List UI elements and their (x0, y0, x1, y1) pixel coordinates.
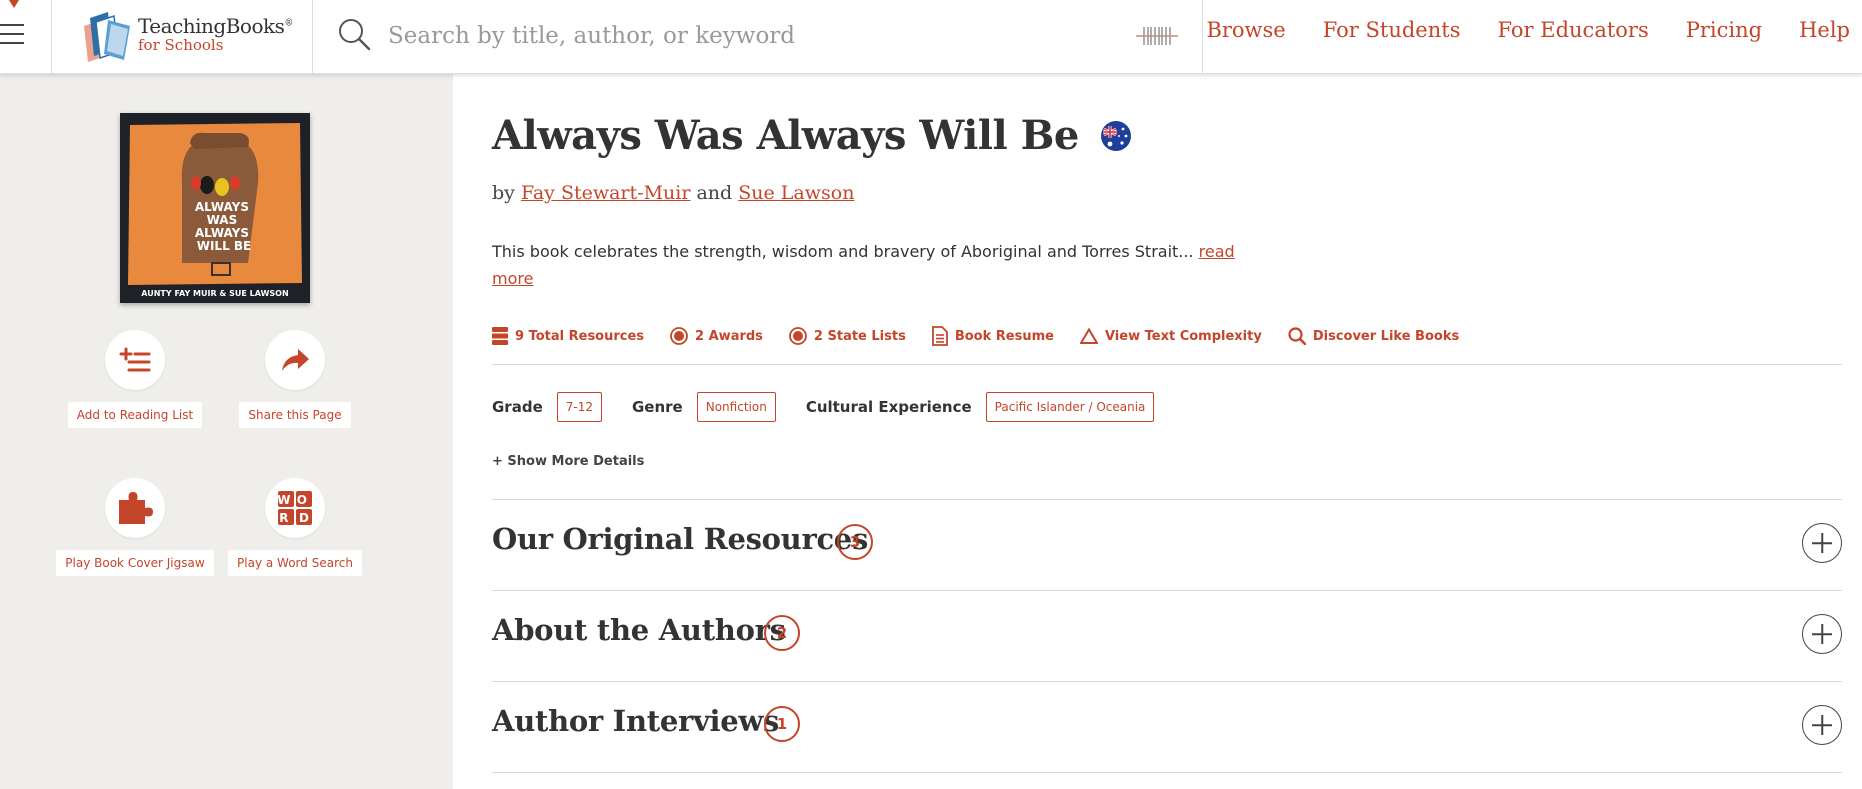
cover-title-line: ALWAYS (195, 226, 249, 240)
link-label: 2 Awards (695, 328, 763, 344)
show-more-details-toggle[interactable]: + Show More Details (492, 454, 644, 469)
cover-title-line: ALWAYS (195, 200, 249, 214)
nav-pricing[interactable]: Pricing (1686, 18, 1762, 42)
book-description: This book celebrates the strength, wisdo… (492, 238, 1242, 292)
nav-help[interactable]: Help (1799, 18, 1850, 42)
nav-for-educators[interactable]: For Educators (1497, 18, 1648, 42)
book-title-text: Always Was Always Will Be (492, 112, 1079, 159)
quick-links: 9 Total Resources 2 Awards 2 State Lists… (492, 326, 1459, 346)
cover-title-line: WILL BE (197, 239, 252, 253)
action-label: Play a Word Search (228, 550, 362, 576)
icon-letter: W (277, 493, 290, 507)
section-about-the-authors[interactable]: About the Authors 2 (492, 590, 1842, 681)
medal-icon (670, 327, 688, 345)
section-our-original-resources[interactable]: Our Original Resources 3 (492, 499, 1842, 590)
add-to-reading-list-button[interactable]: Add to Reading List (55, 330, 215, 428)
top-header: TeachingBooks® for Schools Browse For St… (0, 0, 1862, 74)
grade-label: Grade (492, 398, 543, 416)
header-divider (51, 0, 52, 74)
link-label: Discover Like Books (1312, 328, 1460, 344)
section-count-badge: 1 (764, 706, 800, 742)
icon-letter: D (299, 511, 309, 525)
section-count-badge: 3 (837, 524, 873, 560)
add-list-icon (105, 330, 165, 390)
australia-flag-icon (1101, 121, 1132, 151)
link-label: Book Resume (954, 328, 1054, 344)
share-arrow-icon (265, 330, 325, 390)
text-complexity-link[interactable]: View Text Complexity (1079, 326, 1262, 346)
share-page-button[interactable]: Share this Page (215, 330, 375, 428)
genre-label: Genre (631, 398, 683, 416)
hamburger-menu-icon[interactable] (0, 24, 26, 48)
byline: by Fay Stewart-Muir and Sue Lawson (492, 182, 854, 204)
main-nav: Browse For Students For Educators Pricin… (1206, 18, 1850, 42)
divider (492, 364, 1842, 365)
word-search-icon: W O R D (265, 478, 325, 538)
facet-row: Grade 7-12 Genre Nonfiction Cultural Exp… (492, 392, 1184, 422)
stack-icon (492, 327, 508, 345)
by-label: by (492, 182, 515, 204)
link-label: 2 State Lists (813, 328, 906, 344)
corner-marker-icon (9, 0, 19, 8)
expand-plus-icon[interactable] (1802, 705, 1842, 745)
awards-link[interactable]: 2 Awards (670, 326, 763, 346)
logo-subtitle: for Schools (138, 36, 224, 54)
and-label: and (696, 182, 733, 204)
divider (492, 772, 1842, 773)
section-title: Author Interviews (492, 704, 780, 738)
action-label: Add to Reading List (67, 402, 203, 428)
action-label: Share this Page (239, 402, 351, 428)
author-link[interactable]: Sue Lawson (738, 182, 854, 204)
cover-title-line: WAS (207, 213, 238, 227)
description-text: This book celebrates the strength, wisdo… (492, 242, 1194, 261)
section-count-badge: 2 (764, 615, 800, 651)
book-title: Always Was Always Will Be (492, 112, 1132, 159)
expand-plus-icon[interactable] (1802, 614, 1842, 654)
author-link[interactable]: Fay Stewart-Muir (521, 182, 690, 204)
section-author-interviews[interactable]: Author Interviews 1 (492, 681, 1842, 772)
total-resources-link[interactable]: 9 Total Resources (492, 326, 644, 346)
genre-chip[interactable]: Nonfiction (696, 392, 776, 422)
discover-like-books-link[interactable]: Discover Like Books (1288, 326, 1459, 346)
books-logo-icon (84, 12, 130, 62)
link-label: View Text Complexity (1104, 328, 1262, 344)
logo-wordmark: TeachingBooks (138, 14, 285, 38)
teachingbooks-logo[interactable]: TeachingBooks® for Schools (78, 8, 293, 64)
icon-letter: R (279, 511, 288, 525)
book-resume-link[interactable]: Book Resume (931, 326, 1054, 346)
book-cover-image: ALWAYS WAS ALWAYS WILL BE AUNTY FAY MUIR… (120, 113, 310, 303)
registered-mark: ® (284, 18, 293, 29)
search-icon (1288, 327, 1306, 345)
document-icon (931, 326, 948, 346)
state-lists-link[interactable]: 2 State Lists (789, 326, 906, 346)
search-icon[interactable] (336, 16, 372, 52)
header-divider (1202, 0, 1203, 74)
header-divider (312, 0, 313, 74)
play-jigsaw-button[interactable]: Play Book Cover Jigsaw (55, 478, 215, 576)
left-sidebar: ALWAYS WAS ALWAYS WILL BE AUNTY FAY MUIR… (0, 74, 453, 789)
nav-browse[interactable]: Browse (1206, 18, 1285, 42)
medal-icon (789, 327, 807, 345)
search-input[interactable] (388, 16, 1108, 56)
svg-text:ALWAYS WAS ALW: ALWAYS WAS ALWAYS WILL BE (195, 200, 253, 253)
play-word-search-button[interactable]: W O R D Play a Word Search (215, 478, 375, 576)
icon-letter: O (297, 493, 307, 507)
puzzle-icon (105, 478, 165, 538)
link-label: 9 Total Resources (515, 328, 645, 344)
expand-plus-icon[interactable] (1802, 523, 1842, 563)
action-label: Play Book Cover Jigsaw (56, 550, 214, 576)
section-title: About the Authors (492, 613, 786, 647)
grade-chip[interactable]: 7-12 (556, 392, 602, 422)
cultural-experience-label: Cultural Experience (805, 398, 972, 416)
cover-authors: AUNTY FAY MUIR & SUE LAWSON (141, 289, 288, 298)
section-title: Our Original Resources (492, 522, 868, 556)
nav-for-students[interactable]: For Students (1323, 18, 1461, 42)
barcode-scanner-icon[interactable] (1136, 25, 1178, 47)
cultural-experience-chip[interactable]: Pacific Islander / Oceania (985, 392, 1155, 422)
triangle-icon (1079, 328, 1098, 344)
